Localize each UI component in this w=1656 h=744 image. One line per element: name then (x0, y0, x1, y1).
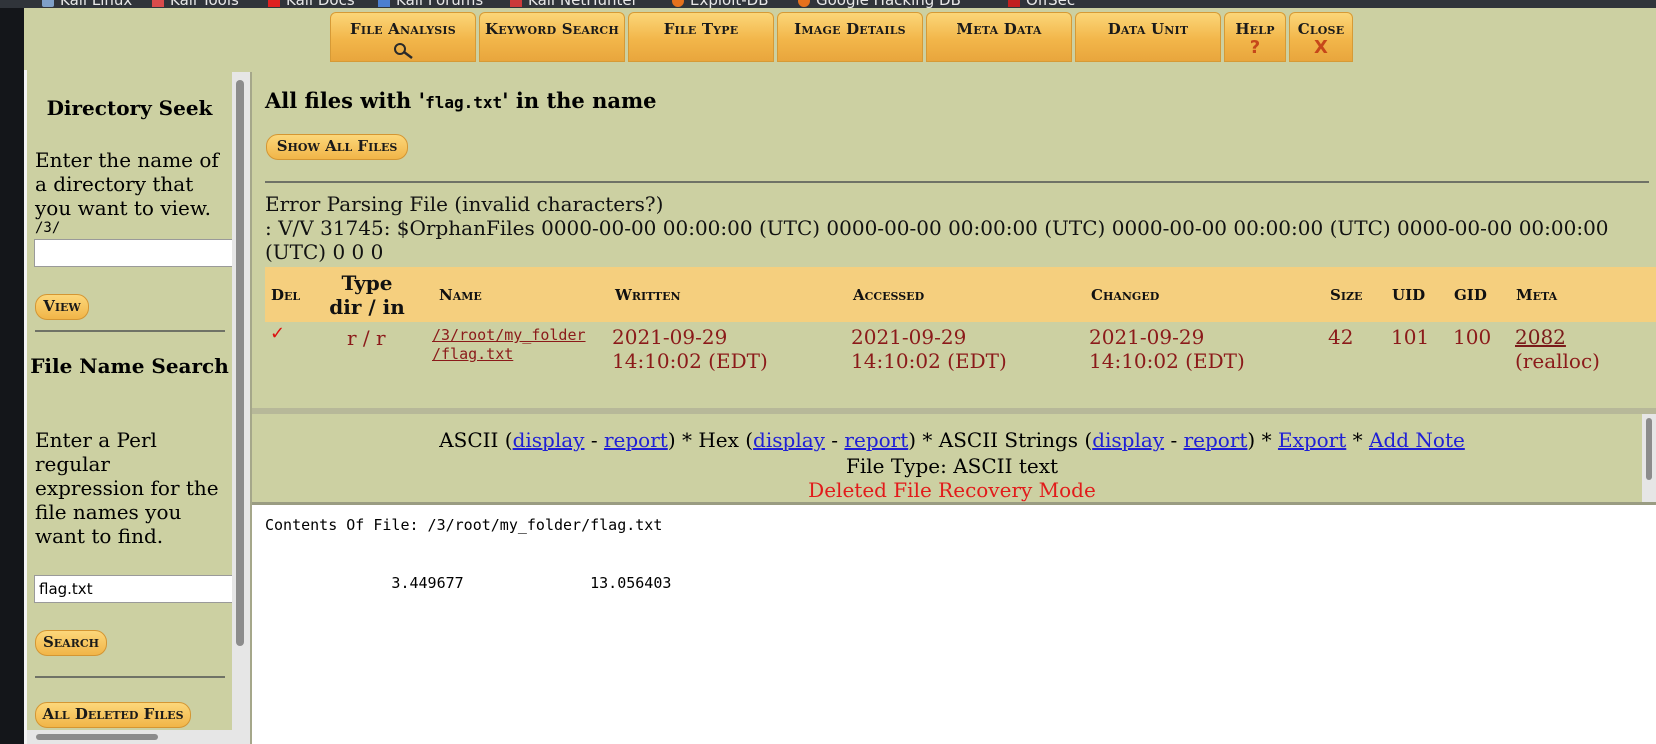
column-uid: UID (1392, 286, 1426, 304)
show-all-files-button[interactable]: Show All Files (266, 134, 408, 160)
kali-docs-icon (268, 0, 280, 7)
sidebar-divider (35, 330, 225, 332)
bookmark-kali-docs[interactable]: Kali Docs (268, 0, 355, 8)
exploit-db-icon (672, 0, 684, 7)
tab-file-analysis-label: File Analysis (350, 20, 456, 38)
bookmark-kali-forums[interactable]: Kali Forums (378, 0, 483, 8)
offsec-icon (1008, 0, 1020, 7)
export-link[interactable]: Export (1278, 428, 1346, 452)
column-changed: Changed (1091, 286, 1160, 304)
close-icon: X (1314, 37, 1328, 58)
row-written: 2021-09-29 14:10:02 (EDT) (612, 325, 768, 373)
sidebar: Directory Seek Enter the name of a direc… (27, 72, 232, 744)
error-detail: : V/V 31745: $OrphanFiles 0000-00-00 00:… (265, 216, 1609, 264)
nethunter-icon (510, 0, 522, 7)
tab-data-unit[interactable]: Data Unit (1075, 12, 1221, 62)
ghdb-icon (798, 0, 810, 7)
column-size: Size (1330, 286, 1363, 304)
bookmark-kali-linux[interactable]: Kali Linux (42, 0, 132, 8)
file-contents-frame (252, 505, 1656, 744)
hex-display-link[interactable]: display (753, 428, 825, 452)
column-accessed: Accessed (853, 286, 925, 304)
file-name-search-instructions: Enter a Perl regular expression for the … (35, 428, 219, 548)
tab-image-details[interactable]: Image Details (777, 12, 923, 62)
help-icon: ? (1249, 37, 1261, 58)
directory-path-prefix: /3/ (35, 220, 61, 236)
bookmarks-bar: Kali Linux Kali Tools Kali Docs Kali For… (0, 0, 1656, 8)
bookmark-offsec[interactable]: OffSec (1008, 0, 1075, 8)
bookmark-nethunter[interactable]: Kali NetHunter (510, 0, 638, 8)
strings-display-link[interactable]: display (1092, 428, 1164, 452)
ascii-report-link[interactable]: report (604, 428, 668, 452)
error-title: Error Parsing File (invalid characters?) (265, 192, 664, 216)
row-size: 42 (1328, 325, 1354, 349)
tab-help[interactable]: Help ? (1224, 12, 1286, 62)
tab-data-unit-label: Data Unit (1107, 20, 1189, 38)
column-written: Written (615, 286, 681, 304)
tab-close[interactable]: Close X (1289, 12, 1353, 62)
viewer-options-scrollbar-thumb[interactable] (1646, 418, 1652, 480)
tab-keyword-search[interactable]: Keyword Search (479, 12, 625, 62)
tab-image-details-label: Image Details (794, 20, 906, 38)
file-contents-body: 3.449677 13.056403 (265, 574, 672, 592)
bookmark-ghdb[interactable]: Google Hacking DB (798, 0, 961, 8)
tab-file-type-label: File Type (663, 20, 739, 38)
add-note-link[interactable]: Add Note (1369, 428, 1465, 452)
tab-close-label: Close (1297, 20, 1345, 38)
row-meta: 2082 (realloc) (1515, 325, 1600, 373)
ascii-display-link[interactable]: display (513, 428, 585, 452)
file-name-search-title: File Name Search (30, 354, 229, 378)
recovery-mode-label: Deleted File Recovery Mode (808, 478, 1096, 502)
row-uid: 101 (1391, 325, 1430, 349)
directory-seek-instructions: Enter the name of a directory that you w… (35, 148, 219, 220)
tab-meta-data[interactable]: Meta Data (926, 12, 1072, 62)
directory-seek-title: Directory Seek (46, 96, 213, 120)
column-type: Type dir / in (329, 271, 405, 319)
file-type-label: File Type: ASCII text (845, 454, 1059, 478)
sidebar-horizontal-scrollbar-thumb[interactable] (36, 734, 158, 740)
kali-icon (42, 0, 54, 7)
bookmark-kali-tools[interactable]: Kali Tools (152, 0, 239, 8)
tab-file-analysis[interactable]: File Analysis (330, 12, 476, 62)
column-del: Del (271, 286, 301, 304)
all-deleted-files-button[interactable]: All Deleted Files (35, 702, 191, 728)
row-gid: 100 (1453, 325, 1492, 349)
error-message: Error Parsing File (invalid characters?)… (265, 192, 1645, 264)
window-left-edge (0, 8, 24, 744)
row-accessed: 2021-09-29 14:10:02 (EDT) (851, 325, 1007, 373)
row-type: r / r (347, 326, 386, 350)
tab-file-type[interactable]: File Type (628, 12, 774, 62)
column-gid: GID (1454, 286, 1487, 304)
file-name-search-input[interactable]: flag.txt (34, 575, 232, 603)
view-button[interactable]: View (35, 294, 89, 320)
file-contents-title: Contents Of File: /3/root/my_folder/flag… (265, 516, 663, 534)
column-name: Name (439, 286, 482, 304)
row-changed: 2021-09-29 14:10:02 (EDT) (1089, 325, 1245, 373)
meta-note: (realloc) (1515, 349, 1600, 373)
hex-report-link[interactable]: report (844, 428, 908, 452)
deleted-check-icon: ✓ (270, 323, 286, 344)
magnifier-icon (394, 43, 413, 59)
search-button[interactable]: Search (35, 630, 107, 656)
tab-keyword-search-label: Keyword Search (485, 20, 619, 38)
results-divider (265, 181, 1649, 183)
row-name-link[interactable]: /3/root/my_folder /flag.txt (432, 326, 586, 364)
tab-help-label: Help (1235, 20, 1275, 38)
sidebar-scrollbar-thumb[interactable] (236, 80, 244, 646)
view-mode-links: ASCII (display - report) * Hex (display … (439, 428, 1465, 452)
sidebar-divider (35, 676, 225, 678)
column-meta: Meta (1516, 286, 1558, 304)
kali-forums-icon (378, 0, 390, 7)
strings-report-link[interactable]: report (1184, 428, 1248, 452)
bookmark-exploit-db[interactable]: Exploit-DB (672, 0, 769, 8)
meta-link[interactable]: 2082 (1515, 325, 1600, 349)
tab-meta-data-label: Meta Data (956, 20, 1042, 38)
kali-tools-icon (152, 0, 164, 7)
search-term: flag.txt (425, 93, 503, 112)
results-heading: All files with 'flag.txt' in the name (265, 88, 657, 113)
directory-input[interactable] (34, 239, 232, 267)
